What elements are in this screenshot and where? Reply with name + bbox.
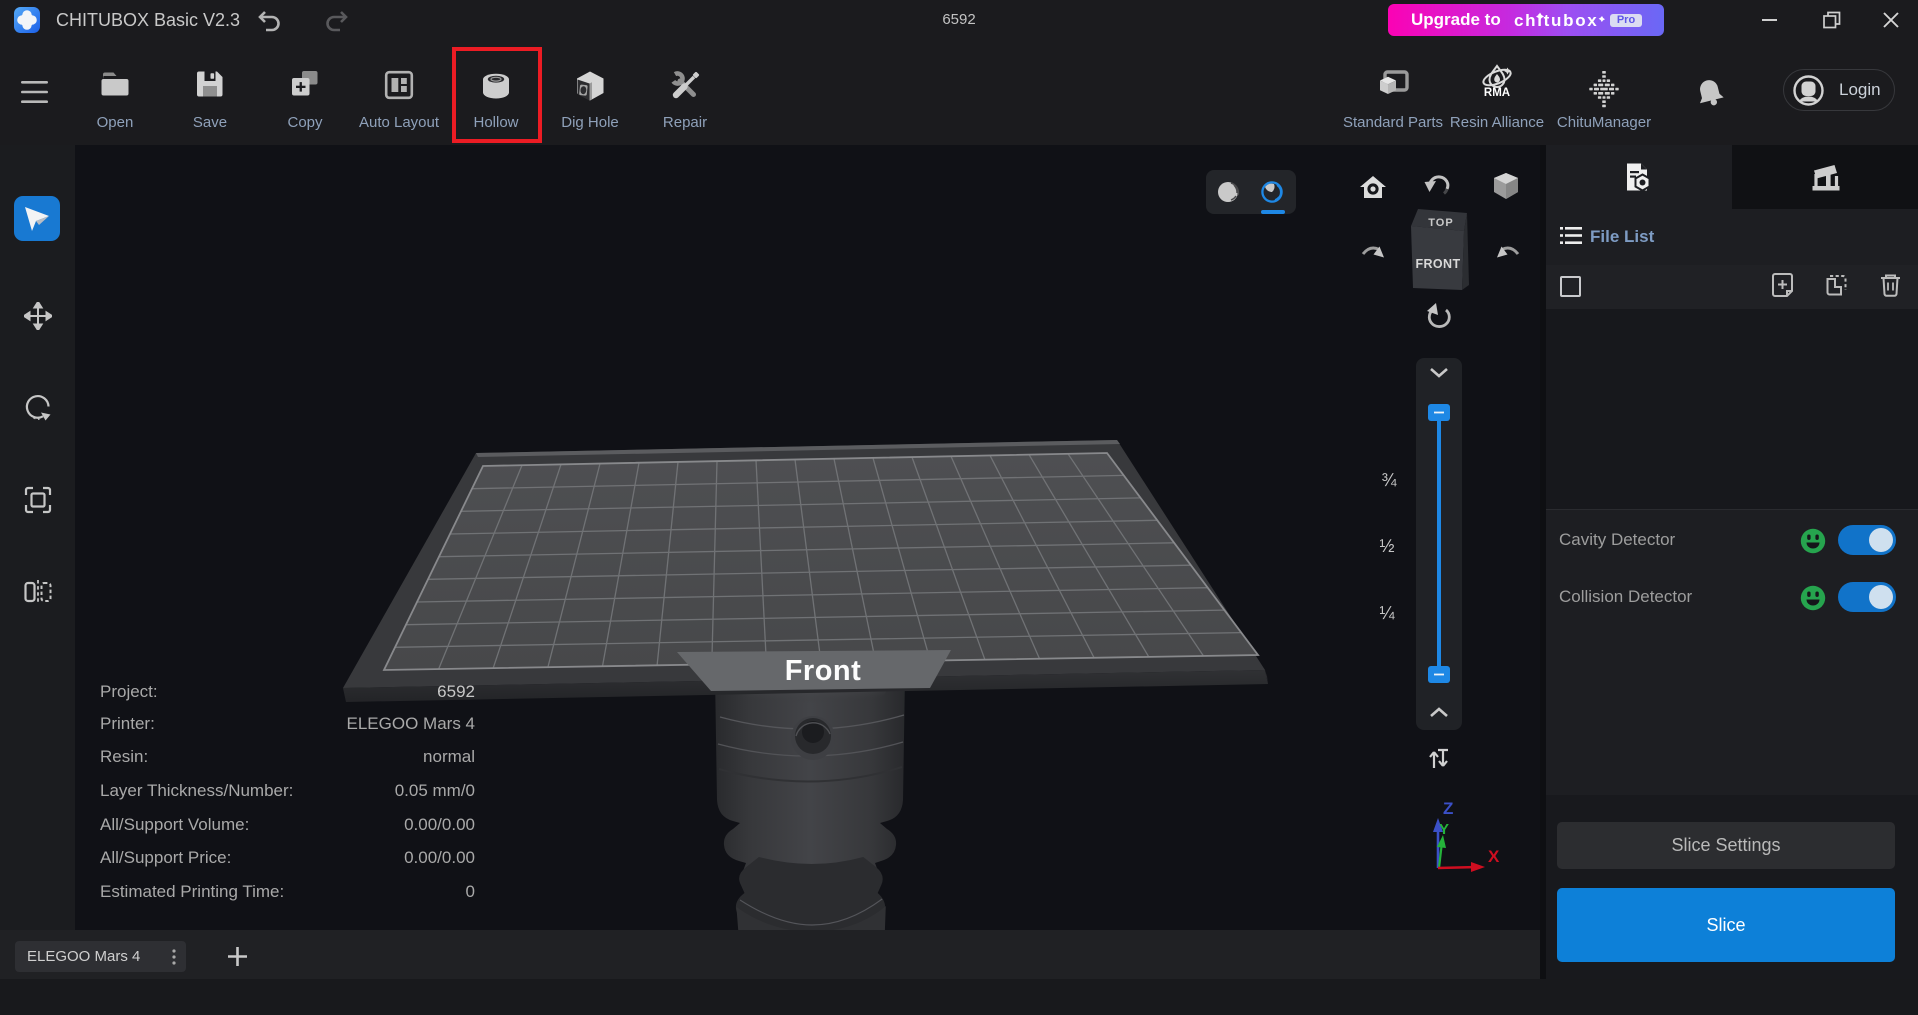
svg-text:TOP: TOP [1428,217,1453,229]
svg-text:FRONT: FRONT [1415,257,1460,271]
svg-text:chitubox: chitubox [1514,11,1598,30]
svg-text:X: X [1488,847,1500,866]
svg-text:Front: Front [785,655,862,687]
svg-text:Z: Z [1443,799,1453,818]
svg-text:RMA: RMA [1484,87,1510,99]
svg-text:Y: Y [1439,821,1449,838]
